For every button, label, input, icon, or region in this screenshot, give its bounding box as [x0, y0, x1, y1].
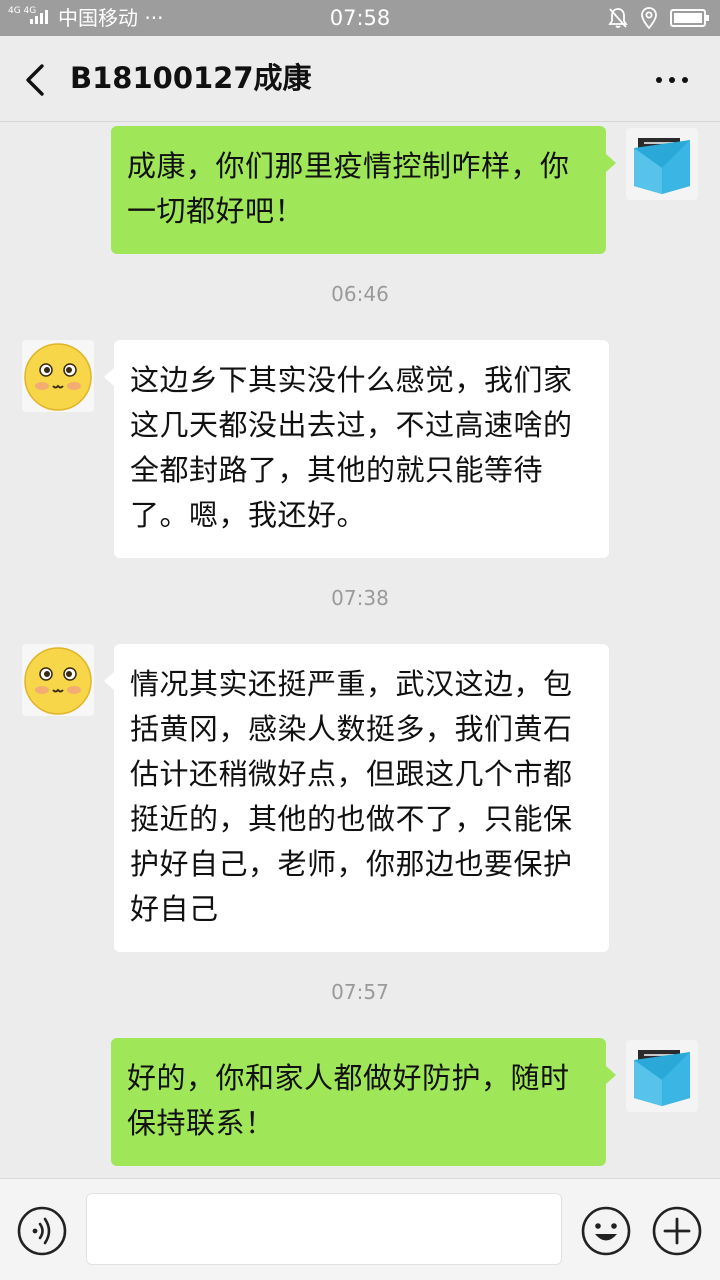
message-timestamp: 07:38	[331, 586, 389, 610]
folder-avatar-icon	[626, 128, 698, 200]
avatar[interactable]	[626, 1040, 698, 1112]
message-bubble-incoming[interactable]: 情况其实还挺严重，武汉这边，包括黄冈，感染人数挺多，我们黄石估计还稍微好点，但跟…	[104, 644, 609, 952]
plus-icon[interactable]	[651, 1205, 703, 1257]
input-bar	[0, 1178, 720, 1280]
emoji-face-avatar-icon	[22, 340, 94, 412]
message-bubble-outgoing[interactable]: 成康，你们那里疫情控制咋样，你一切都好吧！	[111, 126, 616, 254]
message-bubble-outgoing[interactable]: 好的，你和家人都做好防护，随时保持联系！	[111, 1038, 616, 1166]
status-right-icons	[608, 6, 710, 30]
location-icon	[641, 7, 657, 29]
avatar[interactable]	[22, 644, 94, 716]
chat-header: B18100127成康	[0, 36, 720, 122]
emoji-face-avatar-icon	[22, 644, 94, 716]
avatar[interactable]	[22, 340, 94, 412]
bell-off-icon	[608, 8, 628, 28]
chat-title: B18100127成康	[70, 61, 312, 95]
status-bar: 4G 4G 中国移动 ··· 07:58	[0, 0, 720, 36]
emoji-icon[interactable]	[580, 1205, 632, 1257]
battery-icon	[670, 9, 709, 27]
message-list[interactable]: 成康，你们那里疫情控制咋样，你一切都好吧！ 06:46 这边乡下其实没什么感觉，…	[0, 123, 720, 1178]
message-timestamp: 06:46	[331, 282, 389, 306]
folder-avatar-icon	[626, 1040, 698, 1112]
voice-icon[interactable]	[16, 1205, 68, 1257]
message-input[interactable]	[86, 1193, 562, 1265]
more-icon[interactable]	[654, 70, 690, 90]
message-timestamp: 07:57	[331, 980, 389, 1004]
message-bubble-incoming[interactable]: 这边乡下其实没什么感觉，我们家这几天都没出去过，不过高速啥的全都封路了，其他的就…	[104, 340, 609, 558]
avatar[interactable]	[626, 128, 698, 200]
back-arrow-icon[interactable]	[18, 60, 54, 100]
